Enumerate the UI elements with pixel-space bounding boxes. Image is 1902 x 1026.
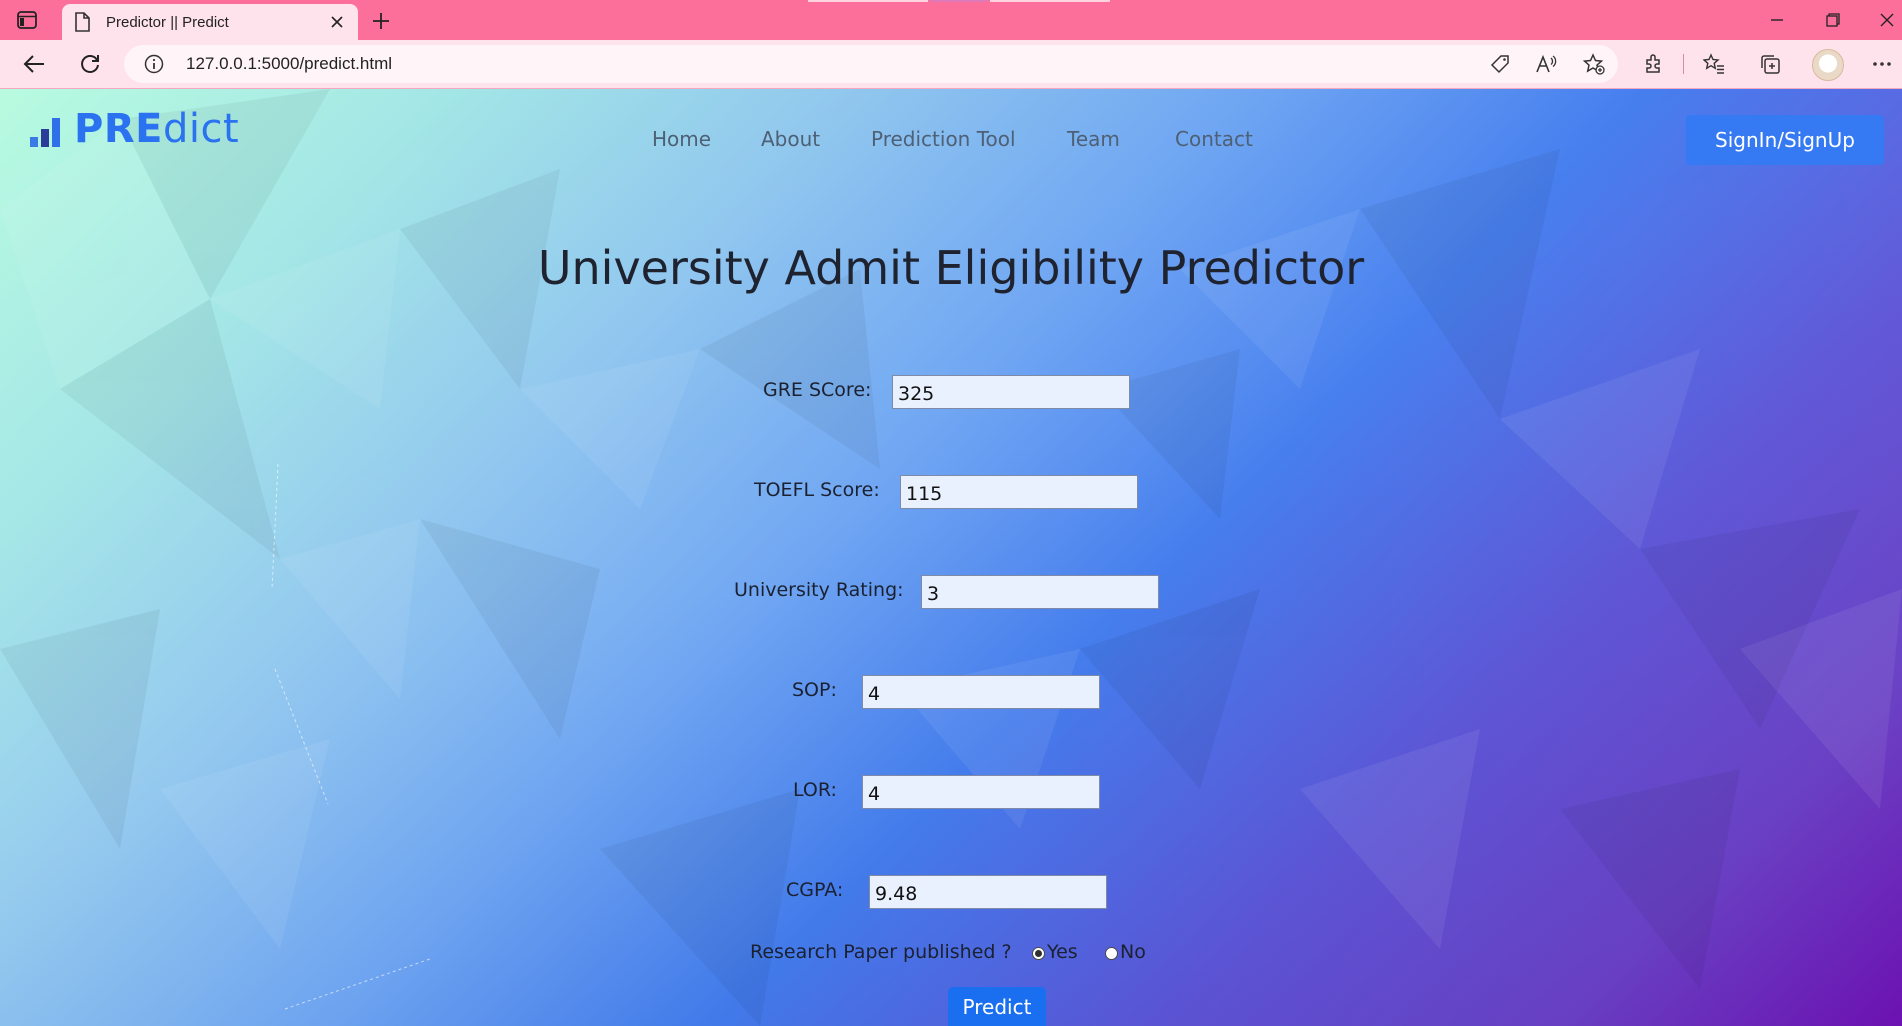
browser-tab-active[interactable]: Predictor || Predict — [62, 4, 358, 40]
toefl-label: TOEFL Score: — [754, 479, 880, 501]
research-no-radio[interactable] — [1105, 947, 1118, 960]
university-rating-input[interactable] — [921, 575, 1159, 609]
sop-label: SOP: — [792, 679, 837, 701]
university-rating-row: University Rating: — [0, 575, 1902, 615]
logo-text-light: dict — [162, 106, 240, 152]
minimize-icon[interactable] — [1762, 8, 1792, 32]
site-info-icon[interactable] — [144, 54, 164, 74]
gre-score-input[interactable] — [892, 375, 1130, 409]
research-yes-radio[interactable] — [1032, 947, 1045, 960]
collections-icon[interactable] — [1756, 50, 1784, 78]
sop-row: SOP: — [0, 675, 1902, 715]
signin-signup-button[interactable]: SignIn/SignUp — [1686, 115, 1884, 165]
more-options-icon[interactable] — [1868, 50, 1896, 78]
tab-title: Predictor || Predict — [106, 13, 229, 31]
nav-contact[interactable]: Contact — [1175, 127, 1253, 151]
tab-actions-icon[interactable] — [14, 8, 40, 32]
lor-input[interactable] — [862, 775, 1100, 809]
logo-text: PREdict — [74, 109, 239, 149]
research-yes-label[interactable]: Yes — [1047, 941, 1078, 963]
toolbar-divider — [1683, 54, 1684, 74]
browser-tab-strip: Predictor || Predict — [0, 0, 1902, 40]
nav-about[interactable]: About — [761, 127, 820, 151]
tag-icon[interactable] — [1488, 52, 1512, 76]
cgpa-input[interactable] — [869, 875, 1107, 909]
back-icon[interactable] — [18, 48, 50, 80]
address-toolbar: 127.0.0.1:5000/predict.html — [0, 40, 1902, 89]
nav-prediction-tool[interactable]: Prediction Tool — [871, 127, 1016, 151]
tab-strip-highlight — [930, 0, 988, 2]
lor-row: LOR: — [0, 775, 1902, 815]
lor-label: LOR: — [793, 779, 837, 801]
tab-strip-highlight — [808, 0, 928, 2]
toefl-row: TOEFL Score: — [0, 475, 1902, 515]
nav-home[interactable]: Home — [652, 127, 711, 151]
cgpa-label: CGPA: — [786, 879, 844, 901]
research-no-label[interactable]: No — [1120, 941, 1146, 963]
new-tab-icon[interactable] — [368, 8, 394, 34]
predict-button[interactable]: Predict — [948, 987, 1046, 1026]
research-question-label: Research Paper published ? — [750, 941, 1012, 963]
read-aloud-icon[interactable] — [1534, 52, 1558, 76]
cgpa-row: CGPA: — [0, 875, 1902, 915]
research-row: Research Paper published ? Yes No — [0, 941, 1902, 971]
add-favorite-icon[interactable] — [1582, 52, 1606, 76]
profile-avatar[interactable] — [1812, 49, 1844, 81]
tab-strip-highlight — [990, 0, 1110, 2]
extensions-icon[interactable] — [1640, 50, 1668, 78]
favorites-icon[interactable] — [1700, 50, 1728, 78]
gre-row: GRE SCore: — [0, 375, 1902, 415]
restore-icon[interactable] — [1818, 8, 1848, 32]
address-bar[interactable]: 127.0.0.1:5000/predict.html — [124, 45, 1618, 83]
page-document-icon — [74, 11, 94, 33]
site-logo[interactable]: PREdict — [30, 109, 239, 149]
close-tab-icon[interactable] — [326, 11, 348, 33]
nav-team[interactable]: Team — [1067, 127, 1120, 151]
url-text[interactable]: 127.0.0.1:5000/predict.html — [186, 54, 392, 74]
logo-text-bold: PRE — [74, 106, 163, 152]
bar-chart-logo-icon — [30, 118, 60, 147]
page-content: PREdict Home About Prediction Tool Team … — [0, 89, 1902, 1026]
close-window-icon[interactable] — [1872, 8, 1902, 32]
gre-label: GRE SCore: — [763, 379, 872, 401]
refresh-icon[interactable] — [74, 48, 106, 80]
university-rating-label: University Rating: — [734, 579, 904, 601]
page-title: University Admit Eligibility Predictor — [537, 241, 1365, 295]
toefl-score-input[interactable] — [900, 475, 1138, 509]
sop-input[interactable] — [862, 675, 1100, 709]
